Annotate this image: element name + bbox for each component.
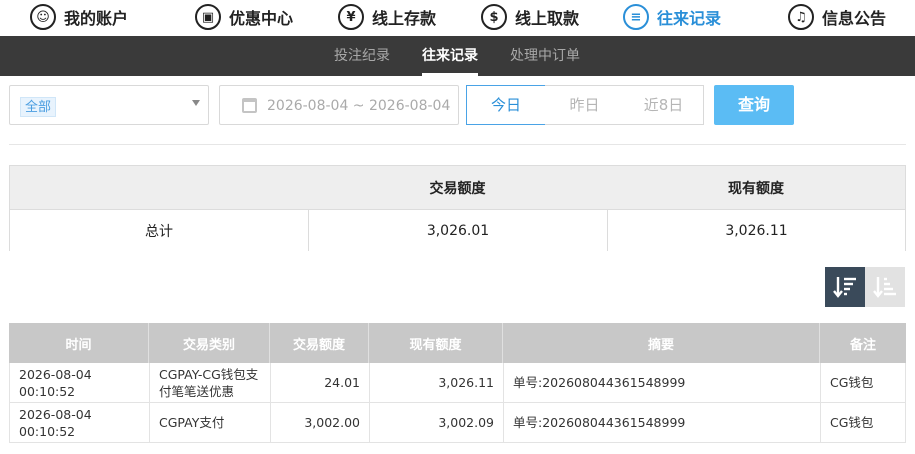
date-range-text: 2026-08-04 ~ 2026-08-04 (267, 98, 451, 114)
nav-promotions[interactable]: ▣ 优惠中心 (195, 0, 293, 34)
selected-type-tag: 全部 (20, 97, 57, 117)
sort-ascending-icon (873, 277, 896, 298)
table-row[interactable]: 2026-08-04 00:10:52 CGPAY-CG钱包支付笔笔送优惠 24… (9, 363, 906, 403)
summary-total-row: 总计 3,026.01 3,026.11 (10, 209, 905, 251)
summary-table: 交易额度 现有额度 总计 3,026.01 3,026.11 (9, 165, 906, 251)
cell-summary: 单号:202608044361548999 (503, 363, 820, 402)
header-time[interactable]: 时间 (9, 323, 148, 363)
nav-announcements[interactable]: ♫ 信息公告 (788, 0, 886, 34)
cell-remark: CG钱包 (820, 363, 907, 402)
cell-balance: 3,002.09 (369, 403, 503, 442)
total-balance: 3,026.11 (607, 210, 905, 251)
total-label: 总计 (145, 223, 173, 240)
header-remark[interactable]: 备注 (819, 323, 906, 363)
sub-navigation: 投注纪录 往来记录 处理中订单 (0, 36, 915, 76)
tab-bet-records[interactable]: 投注纪录 (334, 36, 390, 76)
today-button[interactable]: 今日 (466, 85, 546, 125)
cell-balance: 3,026.11 (369, 363, 503, 402)
top-navigation: ☺ 我的账户 ▣ 优惠中心 ¥ 线上存款 $ 线上取款 ≡ 往来记录 ♫ 信息公… (0, 0, 915, 34)
records-icon: ≡ (623, 4, 649, 30)
nav-label: 往来记录 (657, 9, 722, 28)
sort-ascending-button[interactable] (865, 267, 905, 307)
header-summary[interactable]: 摘要 (502, 323, 819, 363)
tab-transaction-records[interactable]: 往来记录 (422, 36, 478, 76)
tab-pending-orders[interactable]: 处理中订单 (510, 36, 580, 76)
user-icon: ☺ (30, 4, 56, 30)
yesterday-button[interactable]: 昨日 (545, 85, 625, 125)
nav-online-withdraw[interactable]: $ 线上取款 (481, 0, 579, 34)
summary-header-balance: 现有额度 (728, 180, 784, 197)
calendar-icon (242, 98, 257, 113)
records-header-row: 时间 交易类别 交易额度 现有额度 摘要 备注 (9, 323, 906, 363)
nav-my-account[interactable]: ☺ 我的账户 (30, 0, 128, 34)
nav-transaction-records[interactable]: ≡ 往来记录 (623, 0, 721, 34)
cell-type: CGPAY-CG钱包支付笔笔送优惠 (149, 363, 270, 402)
summary-header-empty (10, 166, 308, 209)
total-amount: 3,026.01 (308, 210, 607, 251)
deposit-icon: ¥ (338, 4, 364, 30)
last-8-days-button[interactable]: 近8日 (624, 85, 704, 125)
summary-header-amount: 交易额度 (429, 180, 486, 197)
divider (9, 144, 906, 145)
cell-summary: 单号:202608044361548999 (503, 403, 820, 442)
transaction-type-select[interactable]: 全部 (9, 85, 209, 125)
bell-icon: ♫ (788, 4, 814, 30)
header-amount[interactable]: 交易额度 (269, 323, 368, 363)
header-balance[interactable]: 现有额度 (368, 323, 502, 363)
nav-label: 线上存款 (372, 9, 437, 28)
header-type[interactable]: 交易类别 (148, 323, 269, 363)
withdraw-icon: $ (481, 4, 507, 30)
cell-time: 2026-08-04 00:10:52 (19, 366, 92, 399)
cell-amount: 3,002.00 (270, 403, 369, 442)
sort-descending-icon (833, 277, 856, 298)
gift-icon: ▣ (195, 4, 221, 30)
date-range-picker[interactable]: 2026-08-04 ~ 2026-08-04 (219, 85, 459, 125)
chevron-down-icon (192, 100, 200, 106)
nav-label: 线上取款 (515, 9, 580, 28)
query-button[interactable]: 查询 (714, 85, 794, 125)
nav-label: 信息公告 (822, 9, 887, 28)
cell-amount: 24.01 (270, 363, 369, 402)
summary-header-row: 交易额度 现有额度 (10, 166, 905, 209)
cell-time: 2026-08-04 00:10:52 (19, 406, 92, 439)
nav-online-deposit[interactable]: ¥ 线上存款 (338, 0, 436, 34)
nav-label: 我的账户 (64, 9, 129, 28)
sort-descending-button[interactable] (825, 267, 865, 307)
table-row[interactable]: 2026-08-04 00:10:52 CGPAY支付 3,002.00 3,0… (9, 403, 906, 443)
cell-type: CGPAY支付 (149, 403, 270, 442)
nav-label: 优惠中心 (229, 9, 294, 28)
cell-remark: CG钱包 (820, 403, 907, 442)
